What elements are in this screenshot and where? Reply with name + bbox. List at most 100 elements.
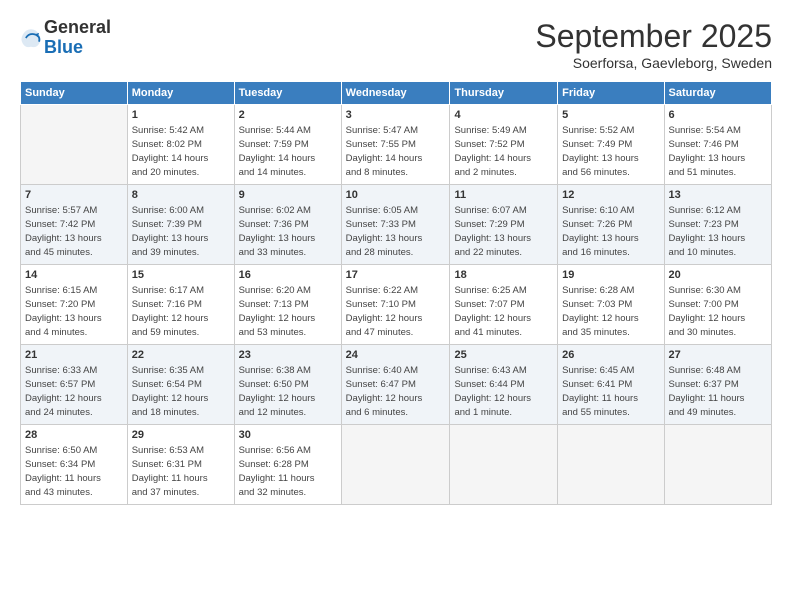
day-number: 24	[346, 348, 446, 363]
day-number: 10	[346, 188, 446, 203]
day-cell: 25Sunrise: 6:43 AM Sunset: 6:44 PM Dayli…	[450, 345, 558, 425]
day-number: 26	[562, 348, 659, 363]
day-info: Sunrise: 6:25 AM Sunset: 7:07 PM Dayligh…	[454, 284, 553, 339]
day-cell: 9Sunrise: 6:02 AM Sunset: 7:36 PM Daylig…	[234, 185, 341, 265]
calendar-table: SundayMondayTuesdayWednesdayThursdayFrid…	[20, 81, 772, 505]
day-cell: 3Sunrise: 5:47 AM Sunset: 7:55 PM Daylig…	[341, 105, 450, 185]
day-info: Sunrise: 6:07 AM Sunset: 7:29 PM Dayligh…	[454, 204, 553, 259]
header-row: SundayMondayTuesdayWednesdayThursdayFrid…	[21, 82, 772, 105]
day-info: Sunrise: 6:05 AM Sunset: 7:33 PM Dayligh…	[346, 204, 446, 259]
day-cell: 17Sunrise: 6:22 AM Sunset: 7:10 PM Dayli…	[341, 265, 450, 345]
day-number: 16	[239, 268, 337, 283]
header-thursday: Thursday	[450, 82, 558, 105]
day-cell: 1Sunrise: 5:42 AM Sunset: 8:02 PM Daylig…	[127, 105, 234, 185]
day-number: 7	[25, 188, 123, 203]
day-info: Sunrise: 5:57 AM Sunset: 7:42 PM Dayligh…	[25, 204, 123, 259]
day-cell: 18Sunrise: 6:25 AM Sunset: 7:07 PM Dayli…	[450, 265, 558, 345]
day-number: 9	[239, 188, 337, 203]
day-cell: 30Sunrise: 6:56 AM Sunset: 6:28 PM Dayli…	[234, 425, 341, 505]
day-number: 15	[132, 268, 230, 283]
day-info: Sunrise: 6:28 AM Sunset: 7:03 PM Dayligh…	[562, 284, 659, 339]
day-info: Sunrise: 6:50 AM Sunset: 6:34 PM Dayligh…	[25, 444, 123, 499]
day-cell: 7Sunrise: 5:57 AM Sunset: 7:42 PM Daylig…	[21, 185, 128, 265]
week-row-2: 7Sunrise: 5:57 AM Sunset: 7:42 PM Daylig…	[21, 185, 772, 265]
day-info: Sunrise: 6:56 AM Sunset: 6:28 PM Dayligh…	[239, 444, 337, 499]
day-number: 6	[669, 108, 767, 123]
day-number: 8	[132, 188, 230, 203]
day-cell	[450, 425, 558, 505]
logo-text: General Blue	[44, 18, 111, 58]
title-block: September 2025 Soerforsa, Gaevleborg, Sw…	[535, 18, 772, 71]
day-info: Sunrise: 5:47 AM Sunset: 7:55 PM Dayligh…	[346, 124, 446, 179]
day-info: Sunrise: 6:00 AM Sunset: 7:39 PM Dayligh…	[132, 204, 230, 259]
day-info: Sunrise: 6:22 AM Sunset: 7:10 PM Dayligh…	[346, 284, 446, 339]
logo-icon	[20, 27, 42, 49]
day-cell: 28Sunrise: 6:50 AM Sunset: 6:34 PM Dayli…	[21, 425, 128, 505]
header-tuesday: Tuesday	[234, 82, 341, 105]
day-cell	[664, 425, 771, 505]
day-cell: 24Sunrise: 6:40 AM Sunset: 6:47 PM Dayli…	[341, 345, 450, 425]
header: General Blue September 2025 Soerforsa, G…	[20, 18, 772, 71]
day-number: 19	[562, 268, 659, 283]
header-saturday: Saturday	[664, 82, 771, 105]
day-number: 4	[454, 108, 553, 123]
day-cell: 4Sunrise: 5:49 AM Sunset: 7:52 PM Daylig…	[450, 105, 558, 185]
day-cell: 29Sunrise: 6:53 AM Sunset: 6:31 PM Dayli…	[127, 425, 234, 505]
day-cell: 14Sunrise: 6:15 AM Sunset: 7:20 PM Dayli…	[21, 265, 128, 345]
day-info: Sunrise: 6:35 AM Sunset: 6:54 PM Dayligh…	[132, 364, 230, 419]
day-cell	[341, 425, 450, 505]
day-cell: 15Sunrise: 6:17 AM Sunset: 7:16 PM Dayli…	[127, 265, 234, 345]
day-cell: 8Sunrise: 6:00 AM Sunset: 7:39 PM Daylig…	[127, 185, 234, 265]
day-number: 30	[239, 428, 337, 443]
day-cell: 11Sunrise: 6:07 AM Sunset: 7:29 PM Dayli…	[450, 185, 558, 265]
day-info: Sunrise: 5:44 AM Sunset: 7:59 PM Dayligh…	[239, 124, 337, 179]
day-number: 20	[669, 268, 767, 283]
day-cell: 16Sunrise: 6:20 AM Sunset: 7:13 PM Dayli…	[234, 265, 341, 345]
day-info: Sunrise: 6:43 AM Sunset: 6:44 PM Dayligh…	[454, 364, 553, 419]
day-info: Sunrise: 6:53 AM Sunset: 6:31 PM Dayligh…	[132, 444, 230, 499]
day-info: Sunrise: 6:38 AM Sunset: 6:50 PM Dayligh…	[239, 364, 337, 419]
day-cell	[558, 425, 664, 505]
location: Soerforsa, Gaevleborg, Sweden	[535, 55, 772, 71]
day-cell: 6Sunrise: 5:54 AM Sunset: 7:46 PM Daylig…	[664, 105, 771, 185]
day-number: 13	[669, 188, 767, 203]
day-cell: 5Sunrise: 5:52 AM Sunset: 7:49 PM Daylig…	[558, 105, 664, 185]
day-info: Sunrise: 6:12 AM Sunset: 7:23 PM Dayligh…	[669, 204, 767, 259]
day-info: Sunrise: 6:45 AM Sunset: 6:41 PM Dayligh…	[562, 364, 659, 419]
header-wednesday: Wednesday	[341, 82, 450, 105]
day-cell: 10Sunrise: 6:05 AM Sunset: 7:33 PM Dayli…	[341, 185, 450, 265]
header-friday: Friday	[558, 82, 664, 105]
day-number: 29	[132, 428, 230, 443]
day-info: Sunrise: 6:20 AM Sunset: 7:13 PM Dayligh…	[239, 284, 337, 339]
day-number: 11	[454, 188, 553, 203]
day-cell: 27Sunrise: 6:48 AM Sunset: 6:37 PM Dayli…	[664, 345, 771, 425]
logo: General Blue	[20, 18, 111, 58]
header-monday: Monday	[127, 82, 234, 105]
day-info: Sunrise: 6:40 AM Sunset: 6:47 PM Dayligh…	[346, 364, 446, 419]
day-number: 3	[346, 108, 446, 123]
day-cell: 12Sunrise: 6:10 AM Sunset: 7:26 PM Dayli…	[558, 185, 664, 265]
day-info: Sunrise: 6:02 AM Sunset: 7:36 PM Dayligh…	[239, 204, 337, 259]
calendar-page: General Blue September 2025 Soerforsa, G…	[0, 0, 792, 612]
day-number: 1	[132, 108, 230, 123]
day-number: 22	[132, 348, 230, 363]
day-number: 25	[454, 348, 553, 363]
day-info: Sunrise: 5:54 AM Sunset: 7:46 PM Dayligh…	[669, 124, 767, 179]
day-info: Sunrise: 6:17 AM Sunset: 7:16 PM Dayligh…	[132, 284, 230, 339]
month-title: September 2025	[535, 18, 772, 55]
day-info: Sunrise: 6:15 AM Sunset: 7:20 PM Dayligh…	[25, 284, 123, 339]
day-number: 5	[562, 108, 659, 123]
day-cell: 22Sunrise: 6:35 AM Sunset: 6:54 PM Dayli…	[127, 345, 234, 425]
day-number: 2	[239, 108, 337, 123]
week-row-5: 28Sunrise: 6:50 AM Sunset: 6:34 PM Dayli…	[21, 425, 772, 505]
day-number: 12	[562, 188, 659, 203]
day-info: Sunrise: 5:49 AM Sunset: 7:52 PM Dayligh…	[454, 124, 553, 179]
day-cell: 2Sunrise: 5:44 AM Sunset: 7:59 PM Daylig…	[234, 105, 341, 185]
logo-blue: Blue	[44, 37, 83, 57]
day-number: 14	[25, 268, 123, 283]
day-number: 28	[25, 428, 123, 443]
week-row-3: 14Sunrise: 6:15 AM Sunset: 7:20 PM Dayli…	[21, 265, 772, 345]
day-info: Sunrise: 6:10 AM Sunset: 7:26 PM Dayligh…	[562, 204, 659, 259]
day-info: Sunrise: 5:42 AM Sunset: 8:02 PM Dayligh…	[132, 124, 230, 179]
header-sunday: Sunday	[21, 82, 128, 105]
